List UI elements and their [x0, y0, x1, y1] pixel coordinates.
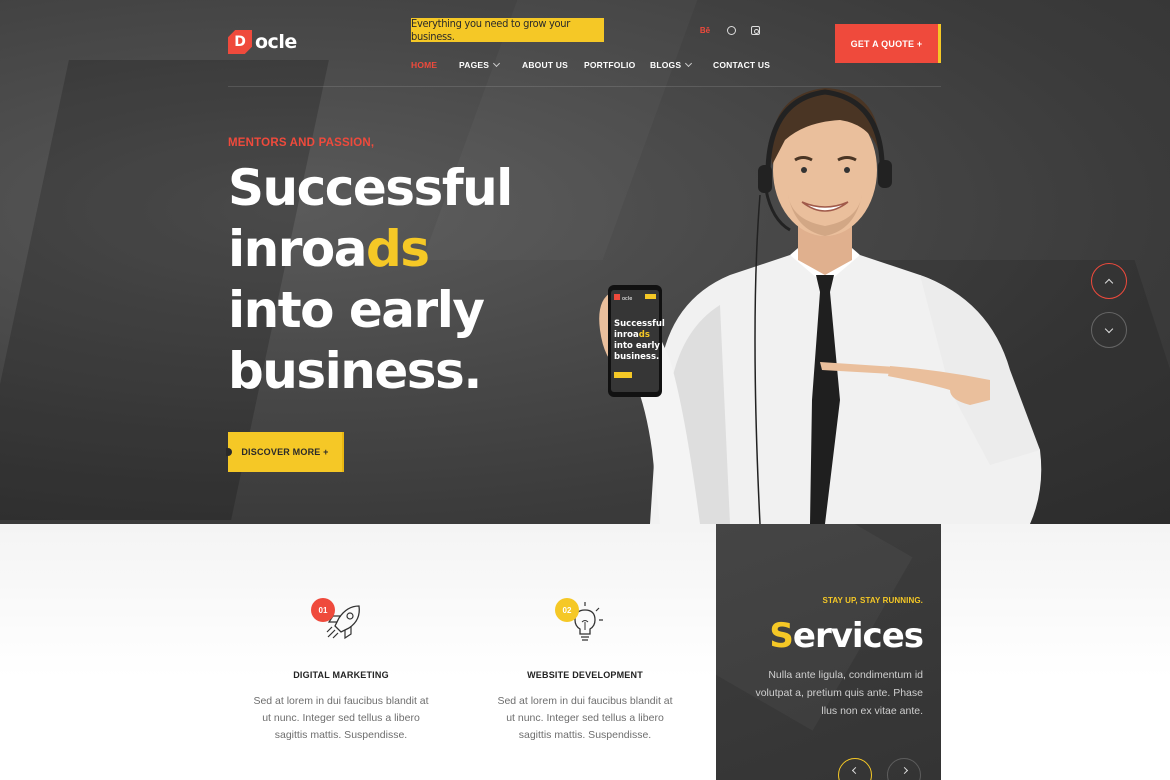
hero-section: D ocle Everything you need to grow your …	[0, 0, 1170, 524]
hero-headline: Successful inroads into early business.	[228, 158, 548, 402]
slider-prev-button[interactable]	[1091, 263, 1127, 299]
logo-text: ocle	[255, 31, 297, 53]
hero-kicker: MENTORS AND PASSION,	[228, 137, 375, 149]
feature-description: Sed at lorem in dui faucibus blandit at …	[497, 695, 673, 741]
chevron-left-icon	[851, 766, 859, 774]
nav-item-label: PAGES	[459, 60, 490, 70]
logo-mark-icon: D	[228, 30, 252, 54]
nav-item-label: PORTFOLIO	[584, 60, 636, 70]
services-title-accent: S	[769, 616, 793, 656]
nav-item-portfolio[interactable]: PORTFOLIO	[584, 60, 635, 70]
services-next-button[interactable]	[887, 758, 921, 780]
feature-card[interactable]: 01 DIGITAL MARKETING Sed at lorem in dui…	[241, 596, 441, 744]
services-kicker: STAY UP, STAY RUNNING.	[822, 596, 923, 605]
headline-line: business.	[228, 342, 482, 400]
chevron-down-icon	[685, 59, 693, 68]
services-panel: STAY UP, STAY RUNNING. Services Nulla an…	[716, 524, 941, 780]
feature-title: WEBSITE DEVELOPMENT	[527, 670, 643, 680]
header-tagline: Everything you need to grow your busines…	[411, 17, 604, 43]
site-logo[interactable]: D ocle	[228, 30, 297, 54]
nav-item-label: ABOUT US	[522, 60, 568, 70]
phone-headline-line: business.	[614, 352, 659, 362]
feature-title: DIGITAL MARKETING	[293, 670, 389, 680]
headline-line: inroads	[228, 219, 548, 280]
hero-person-illustration: ocle Successful inroads into early busin…	[599, 88, 1042, 524]
feature-description: Sed at lorem in dui faucibus blandit at …	[253, 695, 429, 741]
headline-line: Successful	[228, 159, 513, 217]
services-title: Services	[769, 616, 924, 656]
instagram-icon[interactable]	[748, 24, 762, 36]
behance-icon[interactable]: Bē	[698, 24, 712, 36]
page: D ocle Everything you need to grow your …	[0, 0, 1170, 780]
headline-accent-text: ds	[365, 220, 430, 278]
feature-icon-wrap: 01	[311, 596, 371, 646]
feature-icon-wrap: 02	[555, 596, 615, 646]
services-title-text: ervices	[792, 616, 924, 656]
phone-headline-line: into early	[614, 341, 660, 351]
nav-item-home[interactable]: HOME	[411, 60, 437, 70]
nav-item-label: HOME	[411, 60, 438, 70]
phone-headline-line: inroads	[614, 330, 650, 340]
feature-number-badge: 01	[311, 598, 335, 622]
feature-number-badge: 02	[555, 598, 579, 622]
slider-next-button[interactable]	[1091, 312, 1127, 348]
phone-logo-text: ocle	[622, 296, 632, 302]
chevron-right-icon	[900, 766, 908, 774]
services-description: Nulla ante ligula, condimentum id volutp…	[755, 669, 923, 717]
dribbble-icon[interactable]	[724, 24, 738, 36]
headline-text: inroa	[228, 220, 367, 278]
chevron-down-icon	[493, 59, 501, 68]
nav-item-pages[interactable]: PAGES	[459, 59, 501, 70]
nav-item-blogs[interactable]: BLOGS	[650, 59, 693, 70]
nav-item-label: BLOGS	[650, 60, 682, 70]
nav-item-label: CONTACT US	[713, 60, 771, 70]
get-a-quote-button[interactable]: GET A QUOTE +	[835, 24, 941, 63]
phone-headline-line: Successful	[614, 319, 665, 329]
nav-item-about-us[interactable]: ABOUT US	[522, 60, 568, 70]
headline-line: into early	[228, 281, 485, 339]
nav-item-contact-us[interactable]: CONTACT US	[713, 60, 770, 70]
chevron-down-icon	[1104, 324, 1114, 333]
services-prev-button[interactable]	[838, 758, 872, 780]
feature-card[interactable]: 02 WEBSITE DEVELOPMENT Sed at lorem in d…	[485, 596, 685, 744]
chevron-up-icon	[1104, 278, 1114, 287]
features-section: 01 DIGITAL MARKETING Sed at lorem in dui…	[0, 524, 1170, 780]
discover-more-button[interactable]: DISCOVER MORE +	[226, 432, 344, 472]
